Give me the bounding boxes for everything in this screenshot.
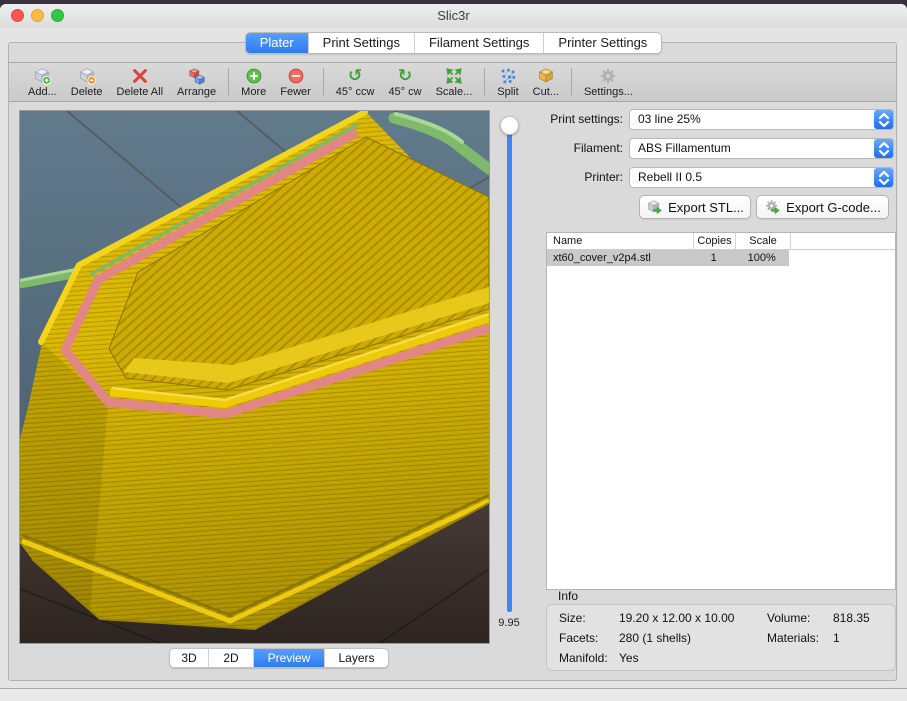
preview-scene	[20, 111, 489, 643]
tab-segmented-control: Plater Print Settings Filament Settings …	[245, 32, 663, 54]
volume-value: 818.35	[833, 611, 870, 625]
view-mode-tabs: 3D 2D Preview Layers	[169, 648, 389, 668]
red-minus-circle-icon	[286, 67, 306, 85]
chevron-updown-icon	[874, 168, 893, 187]
view-tab-3d[interactable]: 3D	[170, 649, 209, 667]
cut-box-icon	[536, 67, 556, 85]
printer-row: Printer: Rebell II 0.5	[9, 167, 898, 188]
gear-export-icon	[764, 199, 781, 216]
main-tabstrip: Plater Print Settings Filament Settings …	[0, 32, 907, 54]
tab-plater[interactable]: Plater	[246, 33, 309, 53]
more-button[interactable]: More	[234, 63, 273, 101]
print-settings-row: Print settings: 03 line 25%	[9, 109, 898, 130]
column-header-scale[interactable]: Scale	[736, 233, 791, 249]
view-tab-2d[interactable]: 2D	[209, 649, 254, 667]
filament-label: Filament:	[574, 141, 623, 155]
split-button[interactable]: Split	[490, 63, 525, 101]
toolbar: Add... Delete Delete All Arrange	[9, 62, 896, 102]
column-header-name[interactable]: Name	[547, 233, 694, 249]
export-stl-button[interactable]: Export STL...	[639, 195, 751, 219]
printer-select[interactable]: Rebell II 0.5	[629, 167, 894, 188]
printer-label: Printer:	[584, 170, 623, 184]
box-export-icon	[646, 199, 663, 216]
facets-label: Facets:	[559, 631, 598, 645]
green-plus-circle-icon	[244, 67, 264, 85]
chevron-updown-icon	[874, 139, 893, 158]
object-table: Name Copies Scale xt60_cover_v2p4.stl 1 …	[546, 232, 896, 590]
status-bar	[0, 688, 907, 701]
print-settings-label: Print settings:	[550, 112, 623, 126]
table-row[interactable]: xt60_cover_v2p4.stl 1 100%	[547, 250, 789, 266]
rotate-cw-button[interactable]: ↻ 45° cw	[381, 63, 428, 101]
arrange-button[interactable]: Arrange	[170, 63, 223, 101]
column-header-copies[interactable]: Copies	[694, 233, 736, 249]
delete-all-button[interactable]: Delete All	[110, 63, 170, 101]
print-settings-select[interactable]: 03 line 25%	[629, 109, 894, 130]
export-gcode-button[interactable]: Export G-code...	[756, 195, 889, 219]
info-box: Size: 19.20 x 12.00 x 10.00 Volume: 818.…	[546, 604, 896, 671]
rotate-cw-icon: ↻	[395, 67, 415, 85]
gear-icon	[598, 67, 618, 85]
object-table-header: Name Copies Scale	[547, 233, 895, 250]
rotate-ccw-button[interactable]: ↺ 45° ccw	[329, 63, 382, 101]
delete-button[interactable]: Delete	[64, 63, 110, 101]
chevron-updown-icon	[874, 110, 893, 129]
volume-label: Volume:	[767, 611, 810, 625]
manifold-label: Manifold:	[559, 651, 608, 665]
cut-button[interactable]: Cut...	[526, 63, 566, 101]
manifold-value: Yes	[619, 651, 639, 665]
toolbar-separator	[484, 68, 485, 96]
title-bar[interactable]: Slic3r	[0, 4, 907, 28]
size-value: 19.20 x 12.00 x 10.00	[619, 611, 734, 625]
rotate-ccw-icon: ↺	[345, 67, 365, 85]
toolbar-separator	[228, 68, 229, 96]
red-x-icon	[130, 67, 150, 85]
fewer-button[interactable]: Fewer	[273, 63, 318, 101]
scale-button[interactable]: Scale...	[429, 63, 480, 101]
cubes-icon	[187, 67, 207, 85]
filament-row: Filament: ABS Fillamentum	[9, 138, 898, 159]
toolbar-separator	[323, 68, 324, 96]
filament-select[interactable]: ABS Fillamentum	[629, 138, 894, 159]
add-button[interactable]: Add...	[21, 63, 64, 101]
window-title: Slic3r	[0, 8, 907, 23]
facets-value: 280 (1 shells)	[619, 631, 691, 645]
split-dots-icon	[498, 67, 518, 85]
gcode-preview-canvas[interactable]	[19, 110, 490, 644]
slic3r-window: Slic3r Plater Print Settings Filament Se…	[0, 4, 907, 701]
size-label: Size:	[559, 611, 586, 625]
info-group-title: Info	[558, 589, 578, 603]
layer-slider-value: 9.95	[486, 617, 532, 629]
view-tab-layers[interactable]: Layers	[325, 649, 388, 667]
tab-printer-settings[interactable]: Printer Settings	[544, 33, 661, 53]
layer-slider-track[interactable]	[507, 126, 512, 612]
toolbar-separator	[571, 68, 572, 96]
plater-panel: Add... Delete Delete All Arrange	[8, 42, 897, 681]
settings-button[interactable]: Settings...	[577, 63, 640, 101]
view-tab-preview[interactable]: Preview	[254, 649, 325, 667]
materials-label: Materials:	[767, 631, 819, 645]
box-minus-icon	[77, 67, 97, 85]
scale-arrows-icon	[444, 67, 464, 85]
box-plus-icon	[32, 67, 52, 85]
tab-print-settings[interactable]: Print Settings	[309, 33, 415, 53]
materials-value: 1	[833, 631, 840, 645]
tab-filament-settings[interactable]: Filament Settings	[415, 33, 544, 53]
